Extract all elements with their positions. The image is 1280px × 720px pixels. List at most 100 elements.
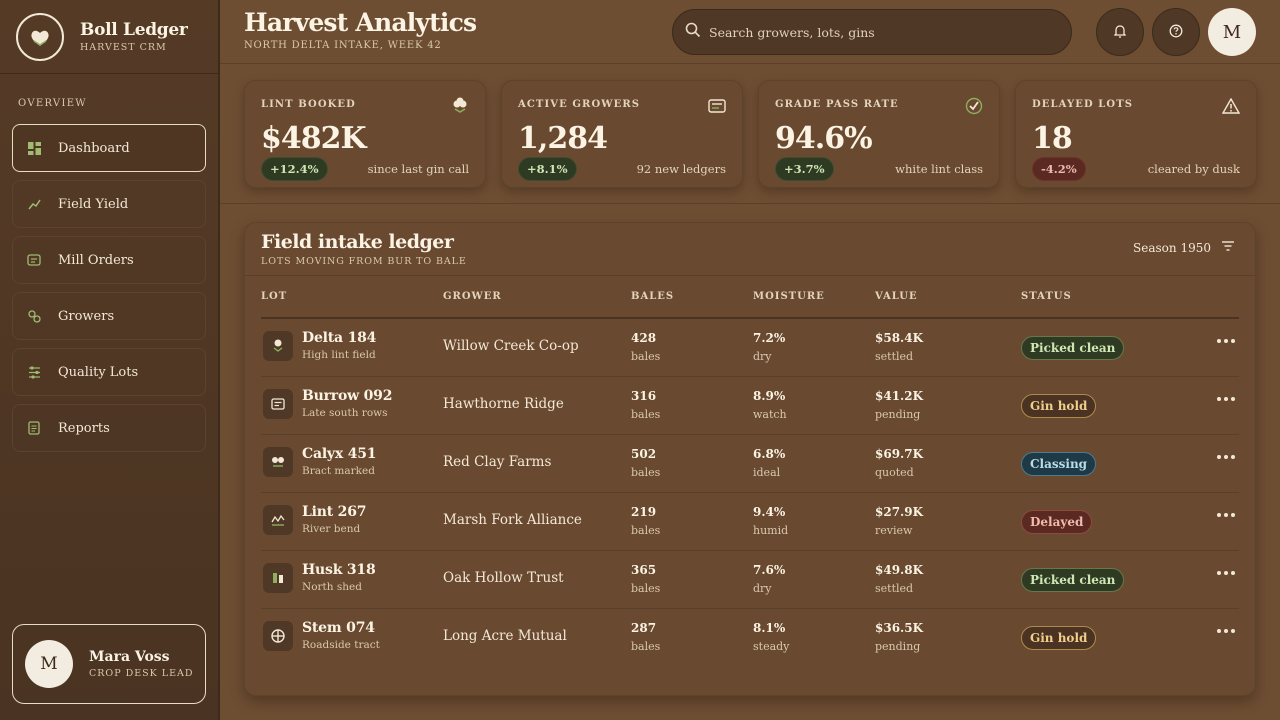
avatar: M [25, 640, 73, 688]
ledger-card-icon [263, 389, 293, 419]
status-badge: Delayed [1021, 510, 1093, 534]
lot-value: $27.9K [875, 505, 924, 519]
lot-name: Calyx 451 [302, 446, 377, 462]
panel-divider [245, 275, 1255, 276]
column-header-status[interactable]: STATUS [1021, 291, 1072, 302]
sidebar: Boll Ledger HARVEST CRM OVERVIEW Dashboa… [0, 0, 220, 720]
more-options-icon[interactable] [1217, 513, 1235, 517]
warning-icon [1222, 97, 1240, 115]
lot-description: High lint field [302, 349, 376, 361]
lot-name: Husk 318 [302, 562, 376, 578]
stat-value: 18 [1032, 121, 1073, 156]
stat-card-delayed-lots: DELAYED LOTS 18 -4.2% cleared by dusk [1015, 80, 1257, 188]
bell-icon [1113, 23, 1127, 42]
status-badge: Picked clean [1021, 568, 1125, 592]
value-note: pending [875, 408, 921, 421]
table-row[interactable]: Calyx 451 Bract marked Red Clay Farms 50… [261, 435, 1239, 493]
column-header-bales[interactable]: BALES [631, 291, 674, 302]
avatar[interactable]: M [1208, 8, 1256, 56]
more-options-icon[interactable] [1217, 629, 1235, 633]
search-icon [685, 22, 701, 42]
status-badge: Gin hold [1021, 394, 1097, 418]
stat-note: white lint class [895, 162, 983, 176]
grower-name: Long Acre Mutual [443, 628, 567, 644]
table-header: LOT GROWER BALES MOISTURE VALUE STATUS [261, 283, 1239, 319]
sidebar-item-growers[interactable]: Growers [12, 292, 206, 340]
search-input[interactable] [709, 24, 1049, 40]
dashboard-icon [27, 141, 41, 155]
search-bar[interactable] [672, 9, 1072, 55]
section-divider [220, 203, 1280, 204]
stat-card-grade-pass-rate: GRADE PASS RATE 94.6% +3.7% white lint c… [758, 80, 1000, 188]
bale-icon [263, 563, 293, 593]
lot-value: $69.7K [875, 447, 924, 461]
top-header: Harvest Analytics NORTH DELTA INTAKE, WE… [220, 0, 1280, 64]
moisture-note: ideal [753, 466, 781, 479]
sidebar-item-dashboard[interactable]: Dashboard [12, 124, 206, 172]
bales-unit: bales [631, 524, 661, 537]
table-row[interactable]: Husk 318 North shed Oak Hollow Trust 365… [261, 551, 1239, 609]
stat-label: LINT BOOKED [261, 99, 356, 110]
sidebar-item-label: Mill Orders [58, 252, 134, 268]
sidebar-item-label: Dashboard [58, 140, 130, 156]
moisture-value: 7.2% [753, 331, 786, 345]
stat-delta-badge: +12.4% [261, 157, 328, 181]
moisture-note: watch [753, 408, 787, 421]
sidebar-item-quality-lots[interactable]: Quality Lots [12, 348, 206, 396]
boll-logo-icon[interactable] [16, 12, 64, 61]
bales-value: 219 [631, 505, 657, 519]
help-button[interactable] [1152, 8, 1200, 56]
sidebar-item-reports[interactable]: Reports [12, 404, 206, 452]
lot-value: $58.4K [875, 331, 924, 345]
sidebar-item-mill-orders[interactable]: Mill Orders [12, 236, 206, 284]
status-badge: Classing [1021, 452, 1097, 476]
season-label: Season 1950 [1133, 240, 1211, 255]
moisture-note: dry [753, 350, 772, 363]
moisture-value: 6.8% [753, 447, 786, 461]
more-options-icon[interactable] [1217, 339, 1235, 343]
bales-value: 316 [631, 389, 657, 403]
sprout-icon [263, 505, 293, 535]
column-header-moisture[interactable]: MOISTURE [753, 291, 825, 302]
user-profile-card[interactable]: M Mara Voss CROP DESK LEAD [12, 624, 206, 704]
nav-section-label: OVERVIEW [18, 98, 87, 109]
check-icon [965, 97, 983, 115]
table-row[interactable]: Burrow 092 Late south rows Hawthorne Rid… [261, 377, 1239, 435]
lot-name: Lint 267 [302, 504, 367, 520]
notifications-button[interactable] [1096, 8, 1144, 56]
help-icon [1169, 23, 1183, 42]
user-role: CROP DESK LEAD [89, 668, 194, 679]
bales-value: 287 [631, 621, 657, 635]
page-title: Harvest Analytics [244, 8, 477, 37]
panel-subtitle: LOTS MOVING FROM BUR TO BALE [261, 256, 467, 267]
sliders-icon [27, 365, 41, 379]
season-filter[interactable]: Season 1950 [1133, 240, 1235, 255]
stat-label: DELAYED LOTS [1032, 99, 1134, 110]
moisture-value: 8.1% [753, 621, 786, 635]
table-row[interactable]: Delta 184 High lint field Willow Creek C… [261, 319, 1239, 377]
crosshair-icon [263, 621, 293, 651]
more-options-icon[interactable] [1217, 571, 1235, 575]
bales-value: 365 [631, 563, 657, 577]
field-intake-ledger: Field intake ledger LOTS MOVING FROM BUR… [244, 222, 1256, 696]
brand-name: Boll Ledger [80, 20, 188, 40]
moisture-value: 8.9% [753, 389, 786, 403]
trend-icon [27, 197, 41, 211]
lot-name: Stem 074 [302, 620, 375, 636]
column-header-value[interactable]: VALUE [875, 291, 918, 302]
grower-name: Marsh Fork Alliance [443, 512, 582, 528]
value-note: settled [875, 582, 914, 595]
sidebar-item-field-yield[interactable]: Field Yield [12, 180, 206, 228]
moisture-note: dry [753, 582, 772, 595]
lot-name: Burrow 092 [302, 388, 393, 404]
column-header-lot[interactable]: LOT [261, 291, 287, 302]
table-row[interactable]: Stem 074 Roadside tract Long Acre Mutual… [261, 609, 1239, 667]
sidebar-item-label: Quality Lots [58, 364, 139, 380]
value-note: settled [875, 350, 914, 363]
column-header-grower[interactable]: GROWER [443, 291, 502, 302]
table-row[interactable]: Lint 267 River bend Marsh Fork Alliance … [261, 493, 1239, 551]
lot-description: North shed [302, 581, 362, 593]
more-options-icon[interactable] [1217, 397, 1235, 401]
more-options-icon[interactable] [1217, 455, 1235, 459]
stat-value: $482K [261, 121, 367, 156]
